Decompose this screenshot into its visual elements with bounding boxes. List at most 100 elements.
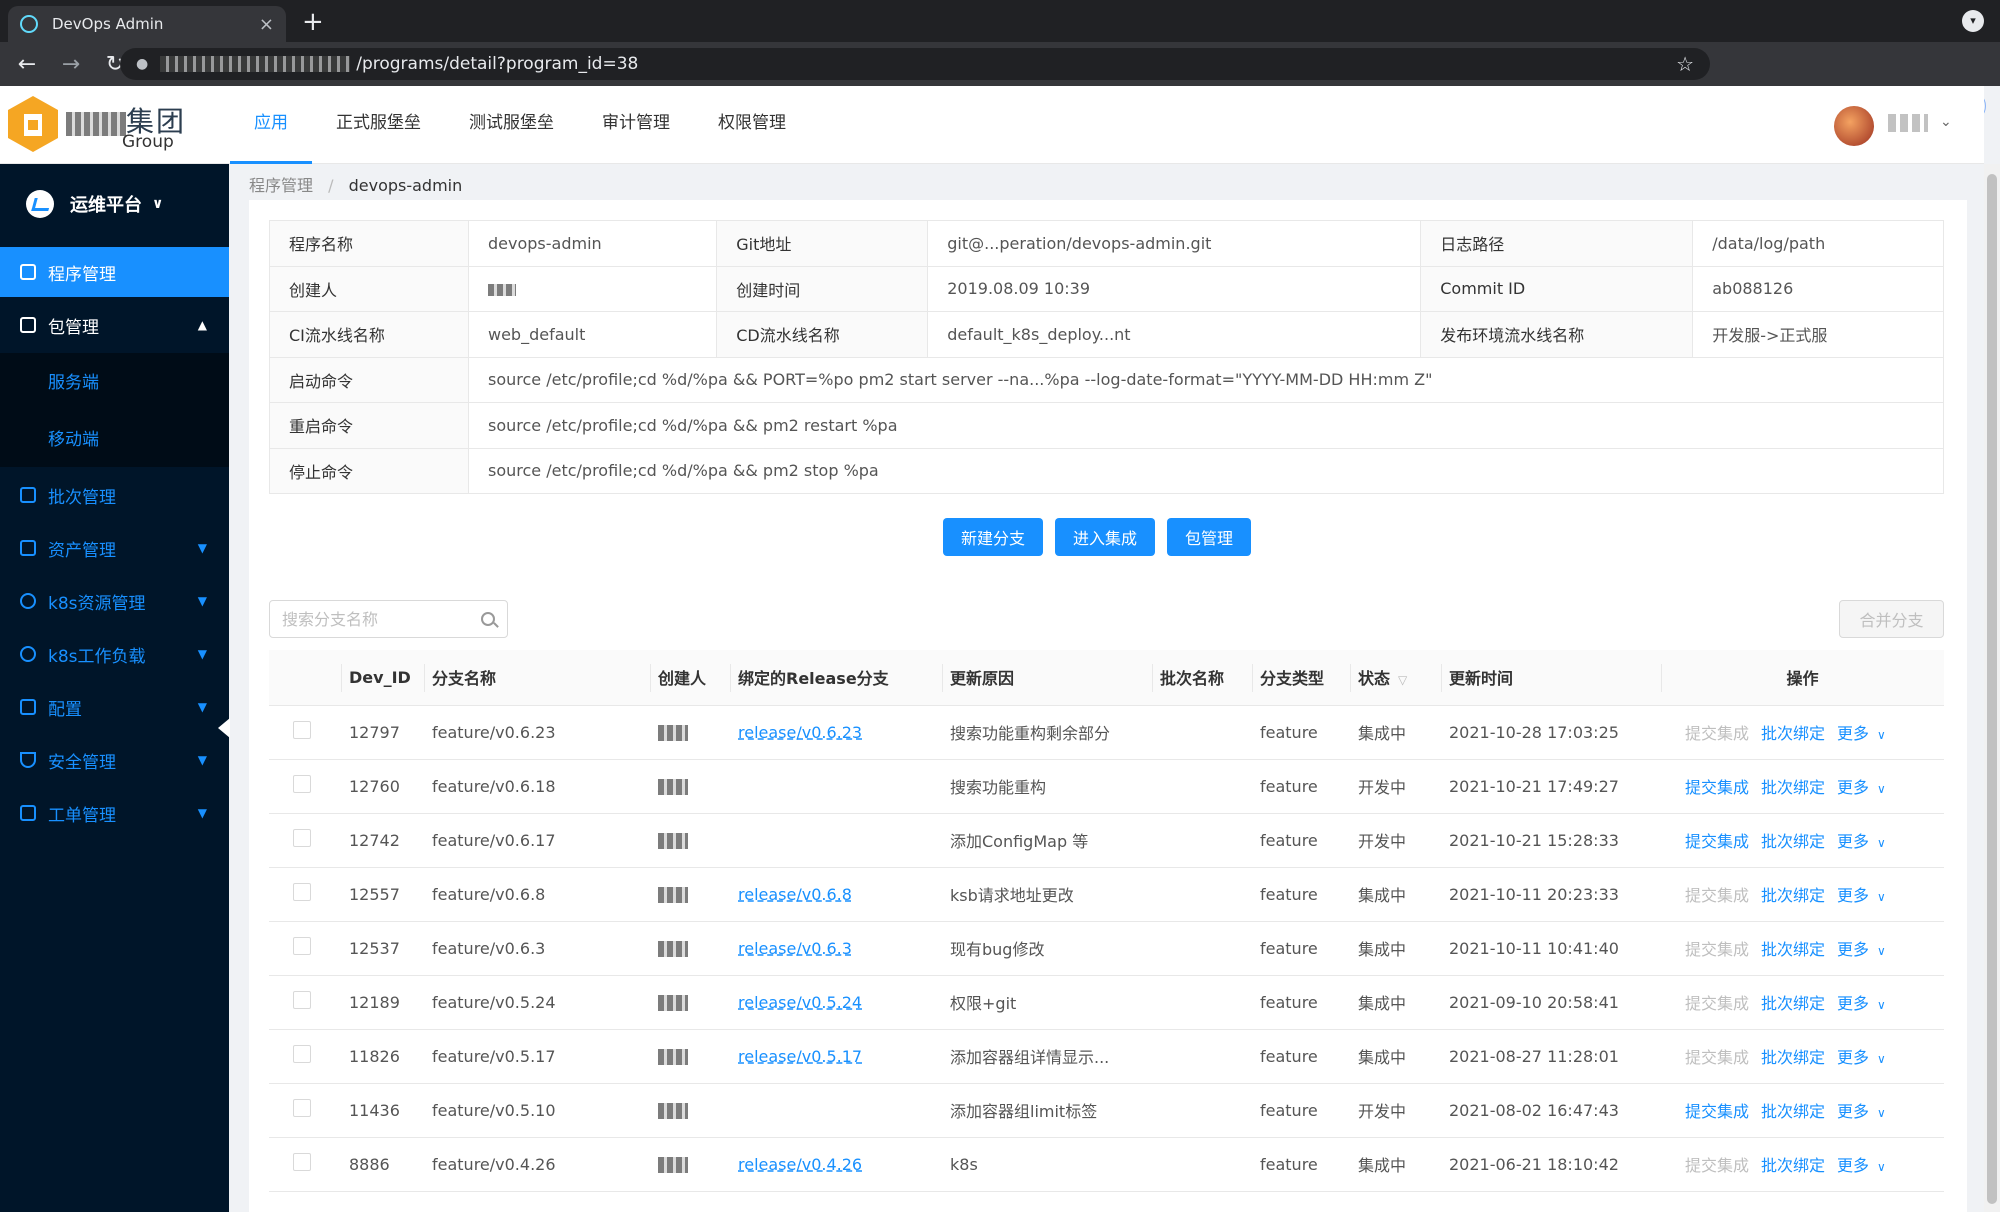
url-bar[interactable]: ● /programs/detail?program_id=38 ☆ xyxy=(120,48,1710,80)
row-checkbox[interactable] xyxy=(293,991,311,1009)
batch-bind-link[interactable]: 批次绑定 xyxy=(1761,994,1825,1013)
row-checkbox[interactable] xyxy=(293,721,311,739)
branch-type: feature xyxy=(1252,867,1350,922)
log-path-value: /data/log/path xyxy=(1692,220,1944,267)
status: 开发中 xyxy=(1350,759,1441,814)
creator-value xyxy=(467,265,718,312)
submit-integration-link[interactable]: 提交集成 xyxy=(1685,778,1749,797)
user-name-redacted[interactable] xyxy=(1888,114,1928,132)
dev-id: 12797 xyxy=(341,705,424,760)
submit-integration-link[interactable]: 提交集成 xyxy=(1685,1102,1749,1121)
release-link[interactable]: release/v0.5.24 xyxy=(738,993,862,1012)
submit-integration-link: 提交集成 xyxy=(1685,940,1750,959)
batch-bind-link[interactable]: 批次绑定 xyxy=(1761,778,1825,797)
row-select-cell xyxy=(269,705,341,760)
update-time: 2021-10-11 10:41:40 xyxy=(1441,921,1661,976)
sidebar-item-k8s-workloads[interactable]: k8s工作负载 ▼ xyxy=(0,629,229,679)
sidebar-item-assets[interactable]: 资产管理 ▼ xyxy=(0,523,229,573)
branch-search-input[interactable] xyxy=(282,609,462,629)
browser-tab[interactable]: DevOps Admin × xyxy=(8,6,286,42)
forward-icon[interactable]: → xyxy=(54,52,88,77)
back-icon[interactable]: ← xyxy=(10,52,44,77)
topnav-permissions[interactable]: 权限管理 xyxy=(694,86,810,164)
batch-name xyxy=(1152,705,1252,760)
release-link[interactable]: release/v0.5.17 xyxy=(738,1047,862,1066)
more-link[interactable]: 更多 ∨ xyxy=(1837,1102,1886,1121)
sidebar-item-batches[interactable]: 批次管理 xyxy=(0,470,229,520)
topnav-test-bastion[interactable]: 测试服堡垒 xyxy=(445,86,578,164)
creator-cell xyxy=(650,705,730,760)
sidebar-item-packages[interactable]: 包管理 ▲ xyxy=(0,300,229,350)
col-branch-name: 分支名称 xyxy=(424,650,650,706)
row-checkbox[interactable] xyxy=(293,883,311,901)
close-tab-icon[interactable]: × xyxy=(259,14,274,35)
more-link[interactable]: 更多 ∨ xyxy=(1837,886,1886,905)
breadcrumb-parent[interactable]: 程序管理 xyxy=(249,176,313,195)
more-link[interactable]: 更多 ∨ xyxy=(1837,778,1886,797)
topnav-prod-bastion[interactable]: 正式服堡垒 xyxy=(312,86,445,164)
chevron-down-icon[interactable]: ⌄ xyxy=(1940,114,1952,130)
row-select-cell xyxy=(269,759,341,814)
batch-bind-link[interactable]: 批次绑定 xyxy=(1761,1156,1825,1175)
sidebar-item-mobile[interactable]: 移动端 xyxy=(0,407,229,467)
chevron-down-icon: ∨ xyxy=(1877,890,1886,904)
batch-bind-link[interactable]: 批次绑定 xyxy=(1761,1048,1825,1067)
row-checkbox[interactable] xyxy=(293,1099,311,1117)
topnav-audit[interactable]: 审计管理 xyxy=(578,86,694,164)
row-checkbox[interactable] xyxy=(293,829,311,847)
batch-bind-link[interactable]: 批次绑定 xyxy=(1761,832,1825,851)
sidebar-item-config[interactable]: 配置 ▼ xyxy=(0,682,229,732)
batch-name xyxy=(1152,1137,1252,1192)
more-link[interactable]: 更多 ∨ xyxy=(1837,1048,1886,1067)
col-status[interactable]: 状态 ▽ xyxy=(1350,650,1441,706)
topnav-apps[interactable]: 应用 xyxy=(230,86,312,164)
sidebar-collapse-handle[interactable] xyxy=(218,718,230,738)
app-header: 集团 Group 应用 正式服堡垒 测试服堡垒 审计管理 权限管理 ⌄ xyxy=(0,86,1984,164)
sidebar-item-tickets[interactable]: 工单管理 ▼ xyxy=(0,788,229,838)
tab-search-icon[interactable]: ▾ xyxy=(1962,10,1984,32)
row-checkbox[interactable] xyxy=(293,1153,311,1171)
status: 开发中 xyxy=(1350,813,1441,868)
package-management-button[interactable]: 包管理 xyxy=(1167,518,1252,556)
avatar[interactable] xyxy=(1834,106,1874,146)
sidebar-item-programs[interactable]: 程序管理 xyxy=(0,247,229,297)
chevron-down-icon: ▼ xyxy=(197,647,207,661)
page-scrollbar[interactable] xyxy=(1984,164,2000,1212)
sidebar-brand[interactable]: 运维平台 ∨ xyxy=(0,164,229,244)
browser-toolbar: ← → ↻ ● /programs/detail?program_id=38 ☆… xyxy=(0,42,2000,121)
release-link[interactable]: release/v0.6.23 xyxy=(738,723,862,742)
new-branch-button[interactable]: 新建分支 xyxy=(943,518,1044,556)
update-time: 2021-08-02 16:47:43 xyxy=(1441,1083,1661,1138)
more-link[interactable]: 更多 ∨ xyxy=(1837,832,1886,851)
batch-bind-link[interactable]: 批次绑定 xyxy=(1761,1102,1825,1121)
release-link[interactable]: release/v0.6.8 xyxy=(738,885,852,904)
more-link[interactable]: 更多 ∨ xyxy=(1837,940,1886,959)
release-link[interactable]: release/v0.4.26 xyxy=(738,1155,862,1174)
batch-name xyxy=(1152,1029,1252,1084)
batch-bind-link[interactable]: 批次绑定 xyxy=(1761,724,1825,743)
row-checkbox[interactable] xyxy=(293,937,311,955)
more-link[interactable]: 更多 ∨ xyxy=(1837,724,1886,743)
batch-bind-link[interactable]: 批次绑定 xyxy=(1761,886,1825,905)
bookmark-star-icon[interactable]: ☆ xyxy=(1676,52,1694,76)
creator-cell xyxy=(650,1083,730,1138)
sidebar-item-k8s-resources[interactable]: k8s资源管理 ▼ xyxy=(0,576,229,626)
row-checkbox[interactable] xyxy=(293,775,311,793)
batch-icon xyxy=(20,487,36,503)
search-icon[interactable] xyxy=(481,612,495,626)
sidebar-item-security[interactable]: 安全管理 ▼ xyxy=(0,735,229,785)
row-checkbox[interactable] xyxy=(293,1045,311,1063)
more-link[interactable]: 更多 ∨ xyxy=(1837,1156,1886,1175)
new-tab-button[interactable]: + xyxy=(302,7,324,37)
enter-integration-button[interactable]: 进入集成 xyxy=(1055,518,1156,556)
scrollbar-thumb[interactable] xyxy=(1987,174,1997,1204)
creator-label: 创建人 xyxy=(269,265,469,312)
branch-type: feature xyxy=(1252,705,1350,760)
merge-branch-button[interactable]: 合并分支 xyxy=(1839,600,1944,638)
batch-bind-link[interactable]: 批次绑定 xyxy=(1761,940,1825,959)
submit-integration-link[interactable]: 提交集成 xyxy=(1685,832,1749,851)
start-cmd-label: 启动命令 xyxy=(269,356,469,403)
release-link[interactable]: release/v0.6.3 xyxy=(738,939,852,958)
more-link[interactable]: 更多 ∨ xyxy=(1837,994,1886,1013)
sidebar-item-server[interactable]: 服务端 xyxy=(0,353,229,407)
